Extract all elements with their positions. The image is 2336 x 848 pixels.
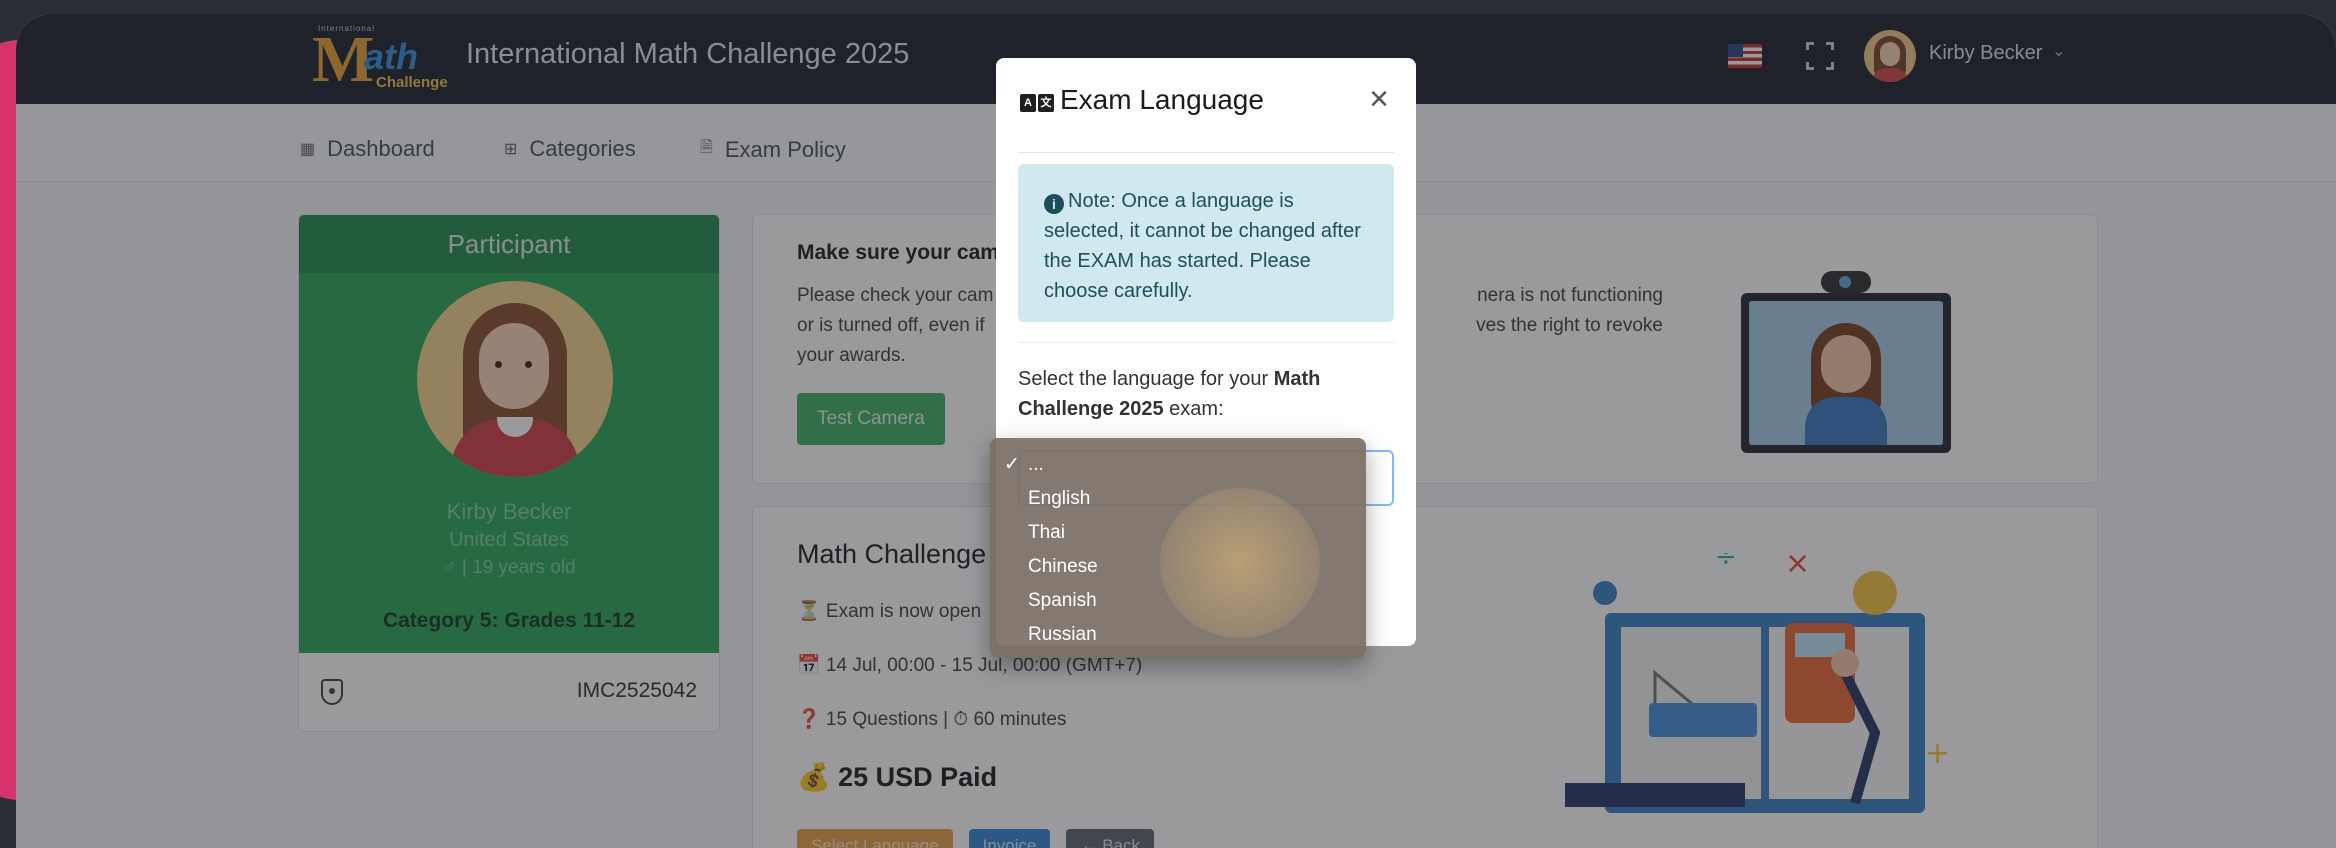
- option-label: Russian: [1028, 624, 1097, 645]
- language-note: i Note: Once a language is selected, it c…: [1018, 164, 1394, 322]
- info-icon: i: [1044, 194, 1064, 214]
- language-dropdown-list: ✓ ... English Thai Chinese Spanish Russi…: [990, 438, 1366, 658]
- check-icon: ✓: [1004, 454, 1020, 475]
- note-text: Note: Once a language is selected, it ca…: [1044, 190, 1361, 302]
- language-select-label: Select the language for your Math Challe…: [1018, 364, 1378, 424]
- language-option-russian[interactable]: Russian: [990, 618, 1366, 652]
- language-option-chinese[interactable]: Chinese: [990, 550, 1366, 584]
- language-option-default[interactable]: ✓ ...: [990, 448, 1366, 482]
- option-label: ...: [1028, 454, 1044, 475]
- label-prefix: Select the language for your: [1018, 368, 1274, 390]
- language-option-thai[interactable]: Thai: [990, 516, 1366, 550]
- language-option-english[interactable]: English: [990, 482, 1366, 516]
- label-suffix: exam:: [1163, 398, 1224, 420]
- translate-icon: A文: [1020, 94, 1054, 112]
- modal-header: A文 Exam Language ×: [996, 58, 1416, 152]
- divider: [1018, 152, 1394, 153]
- option-label: Chinese: [1028, 556, 1098, 577]
- language-option-spanish[interactable]: Spanish: [990, 584, 1366, 618]
- option-label: English: [1028, 488, 1091, 509]
- modal-title: Exam Language: [1060, 84, 1264, 115]
- option-label: Spanish: [1028, 590, 1097, 611]
- divider: [1018, 342, 1394, 343]
- app-window: International M ath Challenge Internatio…: [16, 14, 2336, 848]
- option-label: Thai: [1028, 522, 1065, 543]
- close-icon[interactable]: ×: [1362, 82, 1396, 116]
